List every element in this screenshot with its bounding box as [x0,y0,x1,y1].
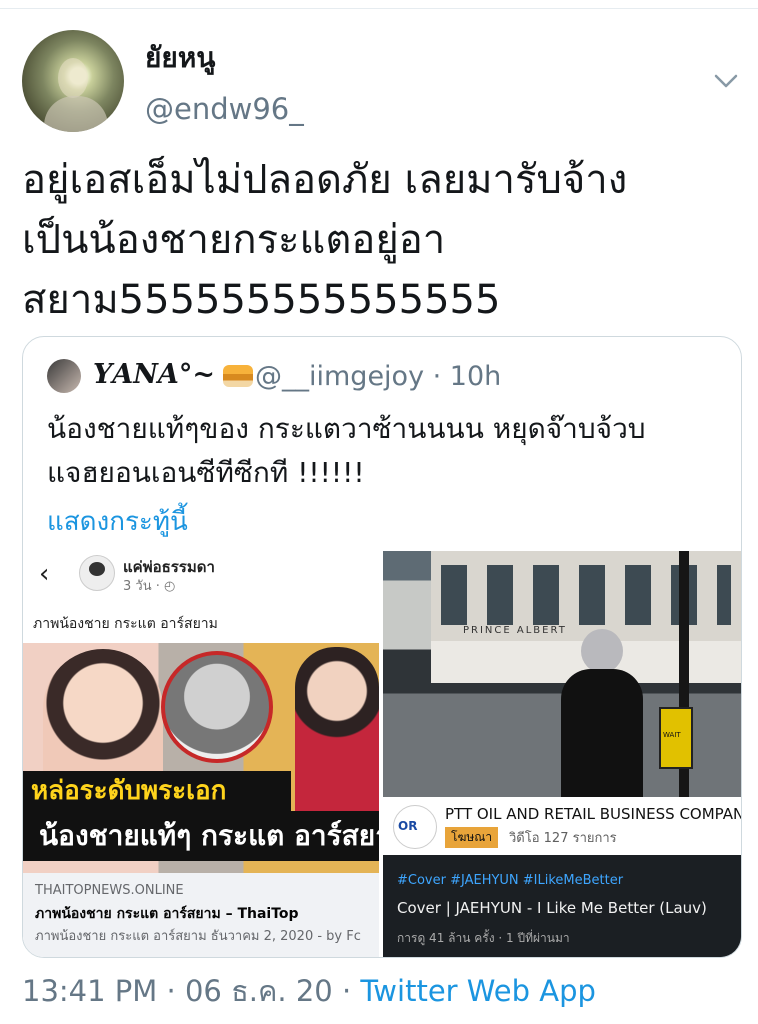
show-thread-link[interactable]: แสดงกระทู้นี้ [47,501,188,542]
video-count: วิดีโอ 127 รายการ [509,831,617,846]
video-title: Cover | JAEHYUN - I Like Me Better (Lauv… [397,899,707,917]
person-figure [561,629,643,797]
link-title: ภาพน้องชาย กระแต อาร์สยาม – ThaiTop [35,906,299,922]
right-media-card[interactable]: PRINCE ALBERT WAIT OR PTT OIL AND RETAIL… [383,551,741,957]
back-arrow-icon: ‹ [39,559,50,589]
video-stats: การดู 41 ล้าน ครั้ง · 1 ปีที่ผ่านมา [397,931,570,945]
link-description: ภาพน้องชาย กระแต อาร์สยาม ธันวาคม 2, 202… [35,929,361,944]
quoted-handle-time: @__iimgejoy · 10h [255,361,502,392]
logo-text: OR [398,819,418,833]
post-time: 3 วัน · ◴ [123,579,176,594]
box-label: WAIT [663,731,681,739]
crossing-button-box: WAIT [659,707,693,769]
tweet-text-line: สยาม555555555555555 [22,277,501,323]
pancake-icon [222,364,253,387]
tweet-text: อยู่เอสเอ็มไม่ปลอดภัย เลยมารับจ้าง เป็นน… [22,150,742,330]
link-preview: THAITOPNEWS.ONLINE ภาพน้องชาย กระแต อาร์… [23,873,379,957]
post-image: หล่อระดับพระเอก น้องชายแท้ๆ กระแต อาร์สย… [23,643,379,873]
video-tags[interactable]: #Cover #JAEHYUN #ILikeMeBetter [397,873,623,888]
user-handle[interactable]: @endw96_ [145,92,304,126]
tweet-text-line: อยู่เอสเอ็มไม่ปลอดภัย เลยมารับจ้าง [22,157,628,203]
timestamp-text: 13:41 PM · 06 ธ.ค. 20 · [22,974,361,1008]
chevron-down-icon[interactable] [712,70,740,92]
quoted-display-name-text: 𝒀𝑨𝑵𝑨°~ [93,359,215,390]
top-divider [0,8,758,9]
tweet-text-line: เป็นน้องชายกระแตอยู่อา [22,217,446,263]
quoted-user-avatar [47,359,81,393]
person-head [581,629,623,673]
quoted-text-line: แจฮยอนเอนซีทีซีกที !!!!!! [47,456,365,489]
building-sign: PRINCE ALBERT [463,625,567,636]
ad-badge: โฆษณา [445,827,499,848]
channel-row: OR PTT OIL AND RETAIL BUSINESS COMPAN โฆ… [383,797,741,855]
video-info: #Cover #JAEHYUN #ILikeMeBetter Cover | J… [383,855,741,957]
video-thumbnail: PRINCE ALBERT WAIT [383,551,741,797]
avatar-body [44,96,108,132]
user-avatar[interactable] [22,30,124,132]
post-caption: ภาพน้องชาย กระแต อาร์สยาม [33,616,218,632]
banner-top: หล่อระดับพระเอก [23,771,291,811]
page-avatar [79,555,115,591]
person-torso [561,669,643,797]
or-logo-icon: OR [393,805,437,849]
tweet-source-link[interactable]: Twitter Web App [360,974,596,1008]
circled-portrait [161,651,273,763]
quoted-text-line: น้องชายแท้ๆของ กระแตวาซ้านนนน หยุดจ๊าบจ้… [47,412,646,445]
tweet-timestamp: 13:41 PM · 06 ธ.ค. 20 · Twitter Web App [22,968,596,1014]
banner-bottom: น้องชายแท้ๆ กระแต อาร์สยาม [23,811,379,861]
channel-name: PTT OIL AND RETAIL BUSINESS COMPAN [445,805,741,823]
link-domain: THAITOPNEWS.ONLINE [35,883,184,898]
avatar-face [58,58,88,98]
left-media-card[interactable]: ‹ แค่พ่อธรรมดา 3 วัน · ◴ ภาพน้องชาย กระแ… [23,551,381,957]
display-name[interactable]: ยัยหนู [145,36,215,80]
quoted-text: น้องชายแท้ๆของ กระแตวาซ้านนนน หยุดจ๊าบจ้… [47,407,727,495]
quoted-display-name: 𝒀𝑨𝑵𝑨°~ [93,359,253,390]
quoted-tweet[interactable]: 𝒀𝑨𝑵𝑨°~ @__iimgejoy · 10h น้องชายแท้ๆของ … [22,336,742,958]
